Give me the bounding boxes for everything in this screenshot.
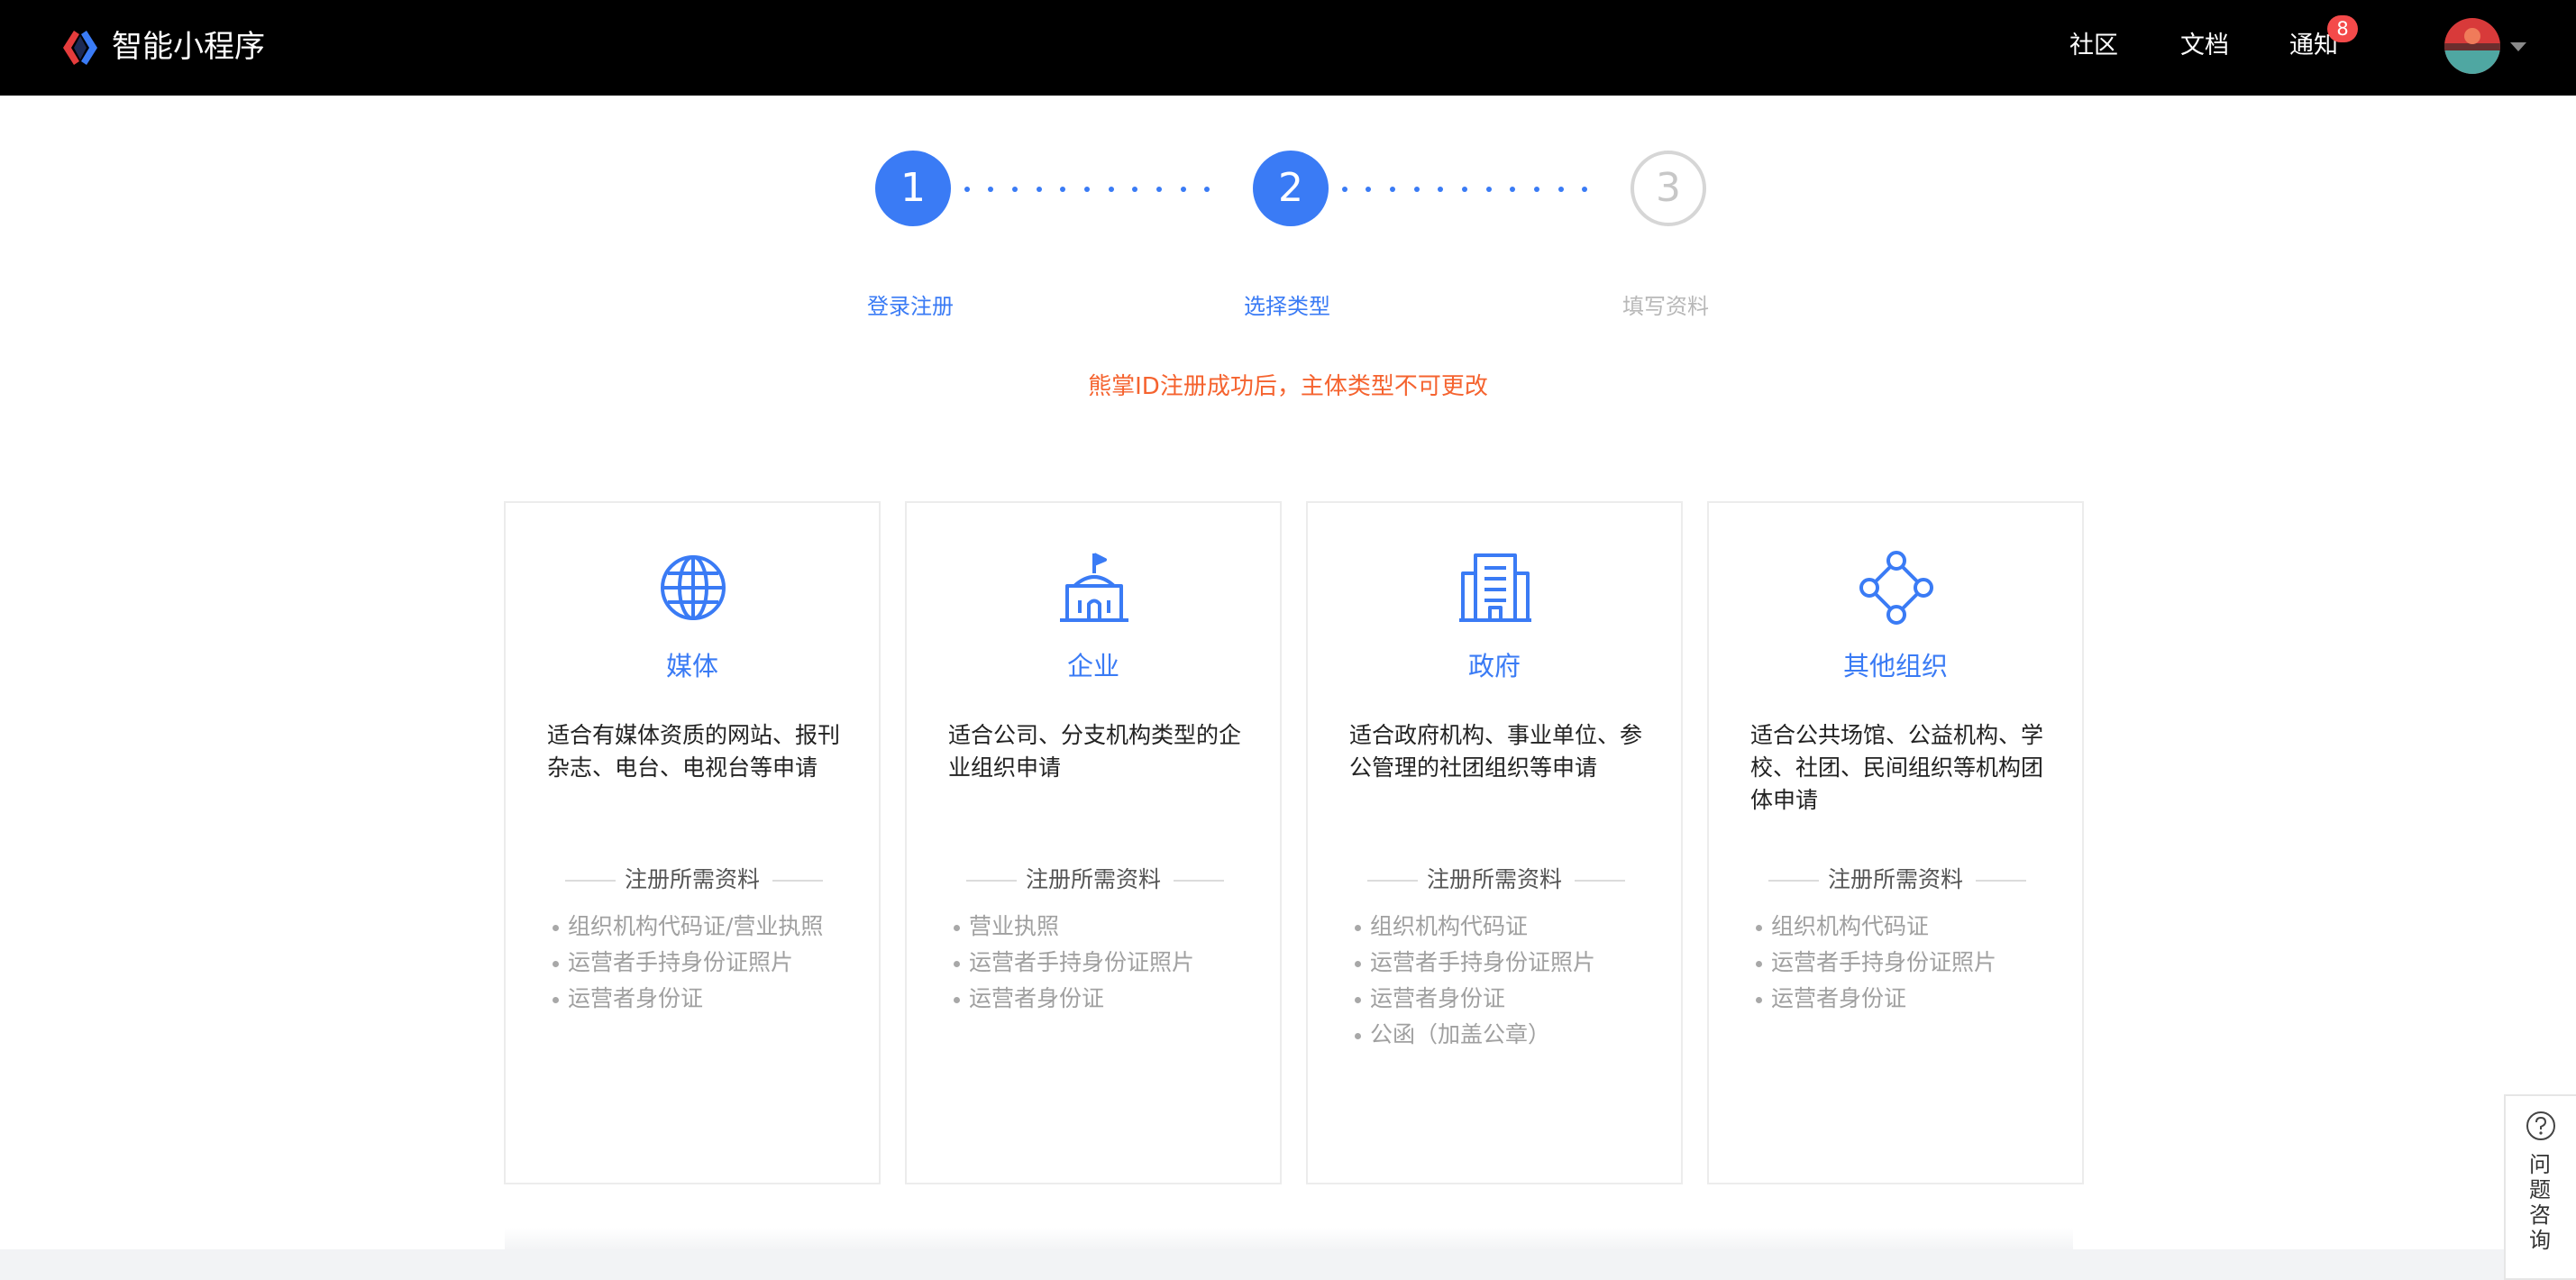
step-2-circle: 2 <box>1253 151 1329 226</box>
card-title: 其他组织 <box>1842 651 1948 681</box>
help-label: 问题咨询 <box>2529 1152 2551 1253</box>
list-item: 公函（加盖公章） <box>1355 1017 1595 1053</box>
card-description: 适合政府机构、事业单位、参公管理的社团组织等申请 <box>1349 722 1643 781</box>
avatar[interactable] <box>2444 18 2500 74</box>
step-connector-1 <box>964 187 1210 192</box>
list-item: 运营者手持身份证照片 <box>1756 945 1996 981</box>
top-navigation-bar: 智能小程序 社区 文档 通知 8 <box>0 0 2576 96</box>
nav-community[interactable]: 社区 <box>2069 23 2118 69</box>
list-item: 运营者身份证 <box>553 981 823 1017</box>
requirements-list: 营业执照 运营者手持身份证照片 运营者身份证 <box>954 909 1194 1017</box>
chevron-down-icon[interactable] <box>2510 42 2526 51</box>
warning-notice: 熊掌ID注册成功后，主体类型不可更改 <box>1088 373 1488 400</box>
type-card-government[interactable]: 政府 适合政府机构、事业单位、参公管理的社团组织等申请 注册所需资料 组织机构代… <box>1306 501 1683 1184</box>
requirements-header: 注册所需资料 <box>506 860 879 900</box>
list-item: 运营者手持身份证照片 <box>1355 945 1595 981</box>
step-2-label: 选择类型 <box>1244 294 1330 319</box>
footer-strip <box>0 1249 2576 1280</box>
step-1-circle: 1 <box>875 151 951 226</box>
card-description: 适合有媒体资质的网站、报刊杂志、电台、电视台等申请 <box>547 722 841 781</box>
card-title: 媒体 <box>665 651 718 681</box>
step-1-label: 登录注册 <box>867 294 954 319</box>
building-flag-icon <box>1060 553 1128 622</box>
notification-badge: 8 <box>2327 15 2358 42</box>
question-icon <box>2526 1111 2555 1140</box>
step-3-label: 填写资料 <box>1622 294 1709 319</box>
card-description: 适合公司、分支机构类型的企业组织申请 <box>948 722 1242 781</box>
list-item: 组织机构代码证/营业执照 <box>553 909 823 945</box>
requirements-list: 组织机构代码证/营业执照 运营者手持身份证照片 运营者身份证 <box>553 909 823 1017</box>
list-item: 运营者身份证 <box>1355 981 1595 1017</box>
globe-icon <box>661 555 726 620</box>
card-title: 政府 <box>1467 651 1521 681</box>
government-building-icon <box>1459 553 1531 622</box>
app-title[interactable]: 智能小程序 <box>112 22 265 72</box>
list-item: 运营者手持身份证照片 <box>553 945 823 981</box>
card-title: 企业 <box>1066 651 1119 681</box>
requirements-list: 组织机构代码证 运营者手持身份证照片 运营者身份证 <box>1756 909 1996 1017</box>
help-consult-button[interactable]: 问题咨询 <box>2504 1094 2576 1280</box>
list-item: 营业执照 <box>954 909 1194 945</box>
requirements-header: 注册所需资料 <box>1709 860 2082 900</box>
step-connector-2 <box>1342 187 1587 192</box>
type-card-media[interactable]: 媒体 适合有媒体资质的网站、报刊杂志、电台、电视台等申请 注册所需资料 组织机构… <box>504 501 881 1184</box>
network-nodes-icon <box>1859 551 1933 625</box>
list-item: 组织机构代码证 <box>1756 909 1996 945</box>
step-3-circle: 3 <box>1631 151 1706 226</box>
requirements-list: 组织机构代码证 运营者手持身份证照片 运营者身份证 公函（加盖公章） <box>1355 909 1595 1053</box>
type-card-enterprise[interactable]: 企业 适合公司、分支机构类型的企业组织申请 注册所需资料 营业执照 运营者手持身… <box>905 501 1282 1184</box>
list-item: 运营者身份证 <box>954 981 1194 1017</box>
type-card-other[interactable]: 其他组织 适合公共场馆、公益机构、学校、社团、民间组织等机构团体申请 注册所需资… <box>1707 501 2084 1184</box>
logo-icon[interactable] <box>59 27 101 69</box>
list-item: 运营者身份证 <box>1756 981 1996 1017</box>
card-description: 适合公共场馆、公益机构、学校、社团、民间组织等机构团体申请 <box>1750 722 2044 813</box>
requirements-header: 注册所需资料 <box>1308 860 1681 900</box>
list-item: 组织机构代码证 <box>1355 909 1595 945</box>
list-item: 运营者手持身份证照片 <box>954 945 1194 981</box>
nav-docs[interactable]: 文档 <box>2180 23 2229 69</box>
requirements-header: 注册所需资料 <box>907 860 1280 900</box>
